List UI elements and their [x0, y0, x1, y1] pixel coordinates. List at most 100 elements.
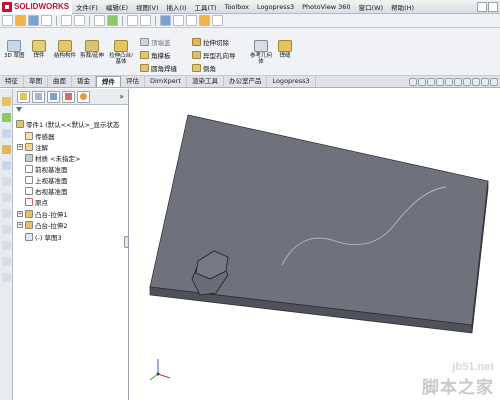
menu-view[interactable]: 视图(V) [132, 2, 163, 12]
tree-item-part[interactable]: 零件1 (默认<<默认>_显示状态 [16, 119, 119, 129]
heads-up-view-toolbar [409, 76, 500, 87]
tab-dimxpert[interactable]: DimXpert [145, 76, 187, 87]
point-tool-icon[interactable] [2, 209, 11, 218]
section-view-icon[interactable] [436, 77, 444, 86]
apply-scene-icon[interactable] [481, 77, 489, 86]
sketch-tool-icon[interactable] [2, 97, 11, 106]
zoom-to-fit-icon[interactable] [409, 77, 417, 86]
extruded-cut-button[interactable]: 拉伸切除 [192, 37, 229, 47]
save-icon[interactable] [28, 15, 39, 26]
file-properties-icon[interactable] [127, 15, 138, 26]
expand-icon[interactable]: + [17, 222, 23, 228]
property-manager-tab[interactable] [32, 90, 45, 103]
fillet-bead-button[interactable]: 圆角焊缝 [140, 63, 177, 73]
tree-item-material[interactable]: 材质 <未指定> [25, 153, 80, 163]
tab-evaluate[interactable]: 评估 [121, 76, 145, 87]
circle-tool-icon[interactable] [2, 145, 11, 154]
axis-triad [149, 359, 171, 381]
expand-icon[interactable]: + [17, 211, 23, 217]
line-tool-icon[interactable] [2, 113, 11, 122]
tree-item-right-plane[interactable]: 右视基准面 [25, 186, 68, 196]
open-folder-icon[interactable] [15, 15, 26, 26]
end-cap-button[interactable]: 顶端盖 [140, 37, 171, 47]
dimxpert-tab[interactable] [62, 90, 75, 103]
hide-show-icon[interactable] [463, 77, 471, 86]
tree-item-boss-extrude2[interactable]: + 凸台-拉伸2 [17, 220, 67, 230]
tree-item-label: 上视基准面 [35, 177, 68, 185]
graphics-area[interactable]: jb51.net 脚本之家 [130, 89, 500, 400]
view-cube-icon[interactable] [160, 15, 171, 26]
tree-item-origin[interactable]: 原点 [25, 197, 48, 207]
tree-filter[interactable] [13, 105, 128, 114]
appearance-icon[interactable] [199, 15, 210, 26]
rectangle-tool-icon[interactable] [2, 177, 11, 186]
offset-tool-icon[interactable] [2, 241, 11, 250]
new-document-icon[interactable] [2, 15, 13, 26]
previous-view-icon[interactable] [427, 77, 435, 86]
menu-tools[interactable]: 工具(T) [191, 2, 221, 12]
tab-office-products[interactable]: 办公室产品 [224, 76, 268, 87]
menu-insert[interactable]: 插入(I) [163, 2, 191, 12]
hole-wizard-button[interactable]: 异型孔向导 [192, 50, 236, 60]
undo-icon[interactable] [61, 15, 72, 26]
tab-sheet-metal[interactable]: 钣金 [72, 76, 96, 87]
redo-icon[interactable] [74, 15, 85, 26]
options-icon[interactable] [140, 15, 151, 26]
tree-item-label: 材质 <未指定> [35, 155, 81, 163]
tab-weldments[interactable]: 焊件 [96, 76, 121, 87]
gusset-button[interactable]: 角撑板 [140, 50, 171, 60]
menu-file[interactable]: 文件(F) [72, 2, 102, 12]
tree-item-sketch3[interactable]: (-) 草图3 [25, 232, 62, 242]
feature-tree-tab[interactable] [17, 90, 30, 103]
tab-render-tools[interactable]: 渲染工具 [187, 76, 224, 87]
tree-item-front-plane[interactable]: 前视基准面 [25, 164, 68, 174]
edit-appearance-icon[interactable] [472, 77, 480, 86]
3d-sketch-button[interactable]: 3D 草图 [4, 40, 24, 59]
weld-bead-button[interactable]: 焊缝 [276, 40, 294, 59]
menu-photoview[interactable]: PhotoView 360 [298, 3, 354, 11]
zoom-icon[interactable] [173, 15, 184, 26]
zoom-area-icon[interactable] [418, 77, 426, 86]
trim-tool-icon[interactable] [2, 225, 11, 234]
panel-splitter-handle[interactable] [124, 236, 129, 248]
tab-logopress3[interactable]: Logopress3 [267, 76, 316, 87]
view-settings-icon[interactable] [490, 77, 498, 86]
menu-window[interactable]: 窗口(W) [355, 2, 388, 12]
display-style-icon[interactable] [454, 77, 462, 86]
polygon-tool-icon[interactable] [2, 193, 11, 202]
tree-item-top-plane[interactable]: 上视基准面 [25, 175, 68, 185]
select-arrow-icon[interactable] [94, 15, 105, 26]
menu-help[interactable]: 帮助(H) [387, 2, 418, 12]
mirror-tool-icon[interactable] [2, 257, 11, 266]
configuration-manager-tab[interactable] [47, 90, 60, 103]
extruded-boss-button[interactable]: 拉伸凸台/基体 [108, 40, 134, 65]
tree-item-sensors[interactable]: 传感器 [25, 131, 55, 141]
restore-icon[interactable] [488, 1, 498, 12]
tab-features[interactable]: 特征 [0, 76, 24, 87]
expand-icon[interactable]: + [17, 144, 23, 150]
tree-item-annotations[interactable]: + 注解 [17, 142, 48, 152]
display-manager-tab[interactable] [77, 90, 90, 103]
tab-surfaces[interactable]: 曲面 [48, 76, 72, 87]
menu-toolbox[interactable]: Toolbox [221, 3, 253, 11]
section-view-icon[interactable] [212, 15, 223, 26]
view-orientation-icon[interactable] [445, 77, 453, 86]
weldment-button[interactable]: 焊件 [32, 40, 46, 59]
structural-member-button[interactable]: 结构构件 [54, 40, 76, 59]
print-icon[interactable] [41, 15, 52, 26]
trim-extend-button[interactable]: 剪裁/延伸 [80, 40, 104, 59]
spline-tool-icon[interactable] [2, 129, 11, 138]
pin-icon[interactable] [477, 1, 487, 12]
reference-geometry-button[interactable]: 参考几何体 [248, 40, 274, 65]
collapse-panel-icon[interactable]: » [119, 92, 124, 101]
rebuild-icon[interactable] [107, 15, 118, 26]
arc-tool-icon[interactable] [2, 161, 11, 170]
solidworks-logo[interactable]: SOLIDWORKS [0, 0, 72, 14]
pattern-tool-icon[interactable] [2, 273, 11, 282]
chamfer-button[interactable]: 倒角 [192, 63, 216, 73]
menu-logopress3[interactable]: Logopress3 [253, 3, 298, 11]
rotate-icon[interactable] [186, 15, 197, 26]
menu-edit[interactable]: 编辑(E) [102, 2, 132, 12]
tree-item-boss-extrude1[interactable]: + 凸台-拉伸1 [17, 209, 67, 219]
tab-sketch[interactable]: 草图 [24, 76, 48, 87]
